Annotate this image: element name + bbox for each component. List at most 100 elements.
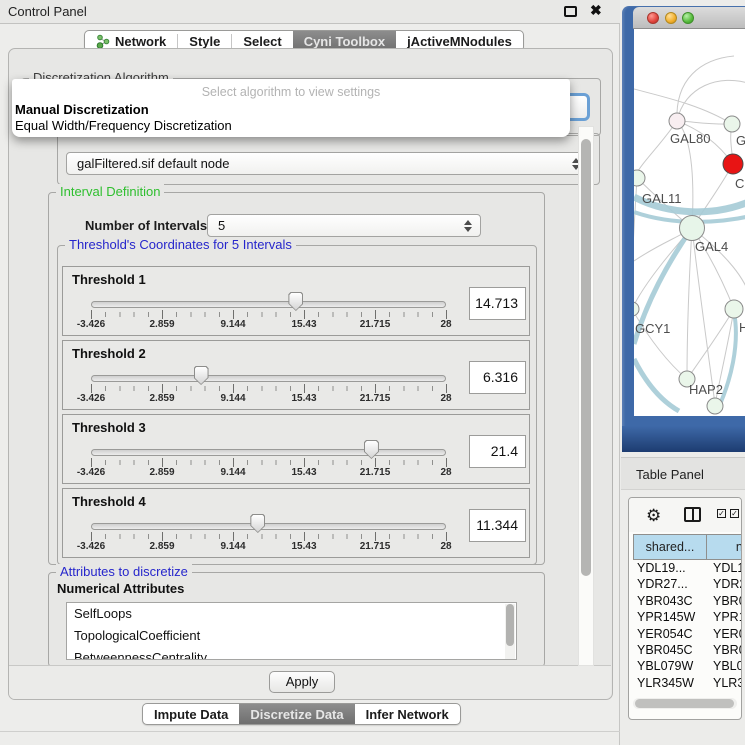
bottom-tab-bar: Impute Data Discretize Data Infer Networ… (142, 703, 461, 725)
threshold-2-value-field[interactable]: 6.316 (469, 361, 526, 394)
window-frame-shadow (622, 426, 745, 452)
cell-name[interactable]: YBL079W (707, 658, 742, 674)
threshold-1-slider-track[interactable] (91, 301, 446, 308)
slider-tick-labels: -3.4262.8599.14415.4321.71528 (63, 319, 529, 331)
checkbox-icon[interactable]: ✓ (717, 509, 726, 518)
number-of-intervals-combobox[interactable]: 5 (207, 214, 481, 237)
panel-scrollbar-thumb[interactable] (581, 139, 591, 576)
network-view-window[interactable]: GAL80 GA C GAL11 GAL4 GCY1 H HAP2 (622, 6, 745, 452)
columns-icon[interactable] (684, 507, 701, 522)
major-tick (91, 458, 92, 467)
cell-name[interactable]: YBR043C (707, 593, 742, 609)
attributes-list-scrollbar[interactable] (505, 604, 515, 660)
cell-shared-name[interactable]: YBR045C (633, 642, 707, 658)
column-header-name[interactable]: name (707, 534, 742, 560)
node-gal4[interactable] (680, 216, 705, 241)
table-row[interactable]: YDR27...YDR27 (633, 576, 742, 592)
node-bottom[interactable] (707, 398, 723, 414)
node-right-top[interactable] (724, 116, 740, 132)
network-window-titlebar[interactable] (633, 7, 745, 29)
threshold-3-value-field[interactable]: 21.4 (469, 435, 526, 468)
threshold-4-slider-thumb[interactable] (250, 514, 265, 533)
threshold-3-slider-track[interactable] (91, 449, 446, 456)
cell-name[interactable]: YBR045C (707, 642, 742, 658)
table-row[interactable]: YPR145WYPR145W (633, 609, 742, 625)
table-row[interactable]: YDL19...YDL19 (633, 560, 742, 576)
major-tick (446, 458, 447, 467)
apply-button[interactable]: Apply (269, 671, 335, 693)
attribute-list-item[interactable]: TopologicalCoefficient (67, 625, 516, 647)
slider-tick-labels: -3.4262.8599.14415.4321.71528 (63, 541, 529, 553)
algorithm-option-manual[interactable]: Manual Discretization (15, 102, 149, 117)
column-header-shared-name[interactable]: shared... (633, 534, 707, 560)
node-gal11[interactable] (634, 170, 645, 186)
threshold-2-slider-thumb[interactable] (194, 366, 209, 385)
threshold-4-slider-track[interactable] (91, 523, 446, 530)
label-c-cut: C (735, 176, 744, 191)
node-h[interactable] (725, 300, 743, 318)
cell-shared-name[interactable]: YDR27... (633, 576, 707, 592)
threshold-1-value-field[interactable]: 14.713 (469, 287, 526, 320)
threshold-3-slider-thumb[interactable] (364, 440, 379, 459)
tick-label: 28 (416, 467, 476, 478)
tick-label: 21.715 (345, 541, 405, 552)
cell-name[interactable]: YDL19 (707, 560, 742, 576)
table-row[interactable]: YER054CYER054C (633, 626, 742, 642)
table-row[interactable]: YLR345WYLR345W (633, 675, 742, 691)
close-traffic-light-icon[interactable] (647, 12, 659, 24)
network-nodes[interactable] (634, 113, 743, 414)
cell-shared-name[interactable]: YER054C (633, 626, 707, 642)
table-hscrollbar[interactable] (633, 698, 737, 709)
cell-name[interactable]: YIL052C (707, 691, 742, 694)
node-gal80[interactable] (669, 113, 685, 129)
tab-impute-data[interactable]: Impute Data (143, 704, 239, 724)
cell-name[interactable]: YDR27 (707, 576, 742, 592)
table-row[interactable]: YBR045CYBR045C (633, 642, 742, 658)
attribute-list-item[interactable]: BetweennessCentrality (67, 647, 516, 660)
table-row[interactable]: YBL079WYBL079W (633, 658, 742, 674)
threshold-2-slider-track[interactable] (91, 375, 446, 382)
table-row[interactable]: YIL052CYIL052C (633, 691, 742, 694)
zoom-traffic-light-icon[interactable] (682, 12, 694, 24)
apply-strip: Apply (9, 665, 611, 699)
attribute-list-item[interactable]: SelfLoops (67, 603, 516, 625)
numerical-attributes-list[interactable]: SelfLoopsTopologicalCoefficientBetweenne… (66, 602, 517, 660)
threshold-1-slider-thumb[interactable] (288, 292, 303, 311)
tab-infer-network[interactable]: Infer Network (355, 704, 460, 724)
slider-major-ticks (63, 458, 529, 467)
table-data-combobox[interactable]: galFiltered.sif default node (66, 152, 589, 175)
scrollbar-thumb[interactable] (506, 604, 514, 646)
close-icon[interactable]: ✖ (590, 2, 602, 19)
cell-shared-name[interactable]: YBL079W (633, 658, 707, 674)
threshold-3-label: Threshold 3 (72, 420, 146, 435)
node-gcy1[interactable] (634, 302, 639, 316)
major-tick (162, 310, 163, 319)
cell-shared-name[interactable]: YBR043C (633, 593, 707, 609)
major-tick (375, 384, 376, 393)
panel-scrollbar[interactable] (578, 126, 594, 666)
network-canvas[interactable]: GAL80 GA C GAL11 GAL4 GCY1 H HAP2 (634, 29, 745, 416)
tab-discretize-data[interactable]: Discretize Data (239, 704, 354, 724)
threshold-3-box: Threshold 3 -3.4262.8599.14415.4321.7152… (62, 414, 530, 484)
checkbox-icon[interactable]: ✓ (730, 509, 739, 518)
algorithm-option-equal-width[interactable]: Equal Width/Frequency Discretization (15, 118, 232, 133)
table-hscrollbar-thumb[interactable] (635, 699, 734, 708)
threshold-1-label: Threshold 1 (72, 272, 146, 287)
cell-shared-name[interactable]: YIL052C (633, 691, 707, 694)
tick-label: -3.426 (61, 393, 121, 404)
major-tick (375, 310, 376, 319)
cell-name[interactable]: YER054C (707, 626, 742, 642)
tab-select-label: Select (243, 34, 281, 49)
cell-shared-name[interactable]: YPR145W (633, 609, 707, 625)
gear-icon[interactable]: ⚙ (646, 506, 661, 526)
cell-shared-name[interactable]: YLR345W (633, 675, 707, 691)
cell-name[interactable]: YLR345W (707, 675, 742, 691)
cell-shared-name[interactable]: YDL19... (633, 560, 707, 576)
cell-name[interactable]: YPR145W (707, 609, 742, 625)
threshold-4-value-field[interactable]: 11.344 (469, 509, 526, 542)
tab-network-label: Network (115, 34, 166, 49)
float-window-icon[interactable] (564, 6, 577, 17)
node-red-selected[interactable] (723, 154, 743, 174)
table-row[interactable]: YBR043CYBR043C (633, 593, 742, 609)
minimize-traffic-light-icon[interactable] (665, 12, 677, 24)
